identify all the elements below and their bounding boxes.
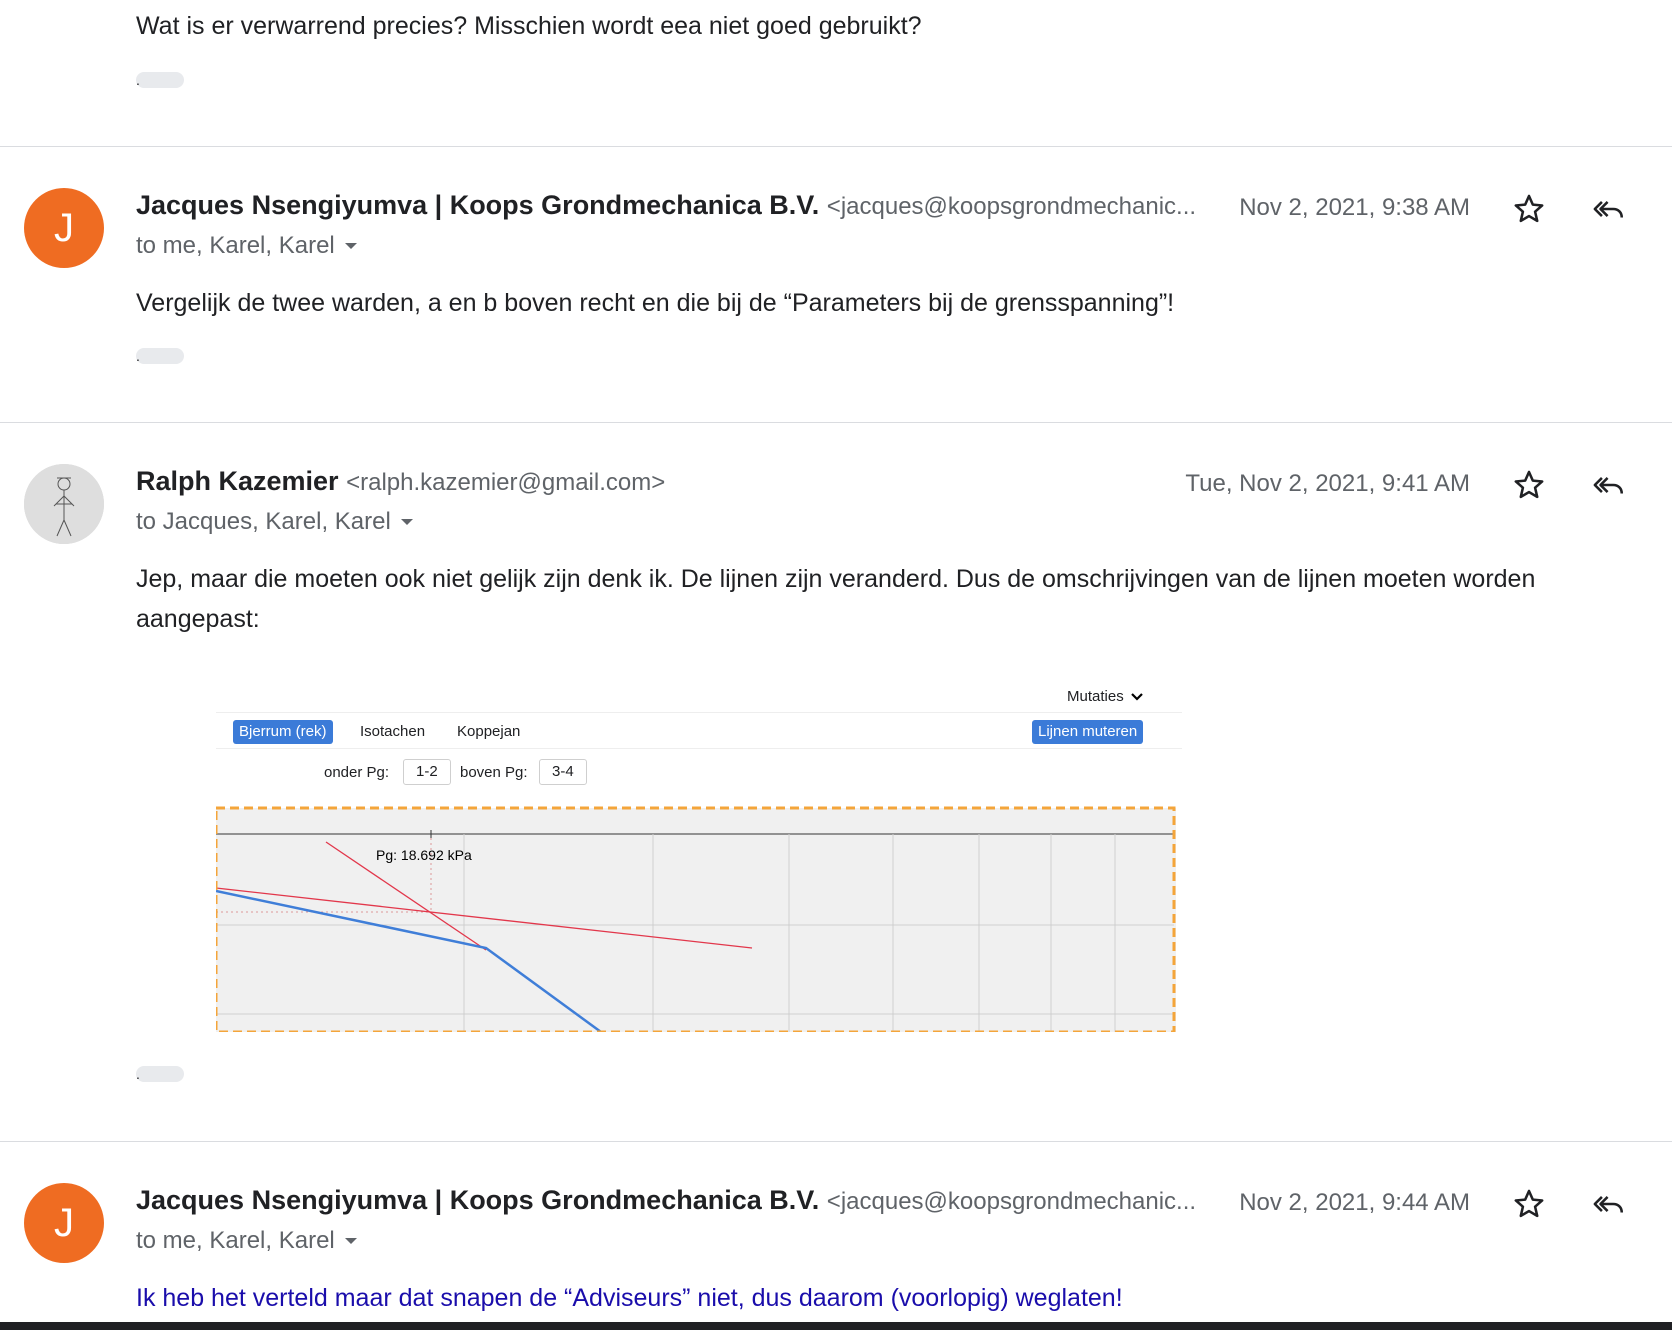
dropdown-arrow-icon [344,243,357,249]
chevron-down-icon [1130,692,1143,701]
message-divider [0,1141,1672,1142]
avatar[interactable] [24,464,104,544]
dropdown-arrow-icon [400,519,413,525]
message-body: Vergelijk de twee warden, a en b boven r… [136,289,1175,317]
boven-pg-label: boven Pg: [460,764,528,781]
bottom-frame-edge [0,1322,1672,1330]
reply-all-icon[interactable] [1592,468,1626,502]
tabs-border [216,712,1182,713]
avatar-letter: J [54,1200,74,1245]
sender-email: <jacques@koopsgrondmechanic... [826,193,1197,220]
recipients: to me, Karel, Karel [136,1227,335,1254]
sender-name: Ralph Kazemier [136,466,339,496]
recipients: to me, Karel, Karel [136,232,335,259]
recipients-toggle[interactable]: to Jacques, Karel, Karel [136,508,417,536]
tab-isotachen: Isotachen [360,723,426,740]
show-trimmed-button[interactable] [136,1066,184,1082]
message-divider [0,422,1672,423]
sender[interactable]: Ralph Kazemier <ralph.kazemier@gmail.com… [136,466,665,497]
star-icon[interactable] [1512,468,1546,502]
trimmed-dot: . [136,72,140,88]
pg-annotation: Pg: 18.692 kPa [376,847,472,863]
message-date: Tue, Nov 2, 2021, 9:41 AM [1185,470,1470,497]
plot-background [216,808,1176,1032]
message-body: Wat is er verwarrend precies? Misschien … [136,12,922,40]
show-trimmed-button[interactable] [136,348,184,364]
dropdown-arrow-icon [344,1238,357,1244]
trimmed-dot: . [136,348,140,364]
mutaties-dropdown: Mutaties [1067,688,1144,705]
onder-pg-label: onder Pg: [324,764,390,781]
sender[interactable]: Jacques Nsengiyumva | Koops Grondmechani… [136,1185,1196,1216]
trimmed-dot: . [136,1066,140,1082]
sender-name: Jacques Nsengiyumva | Koops Grondmechani… [136,1185,820,1215]
recipients-toggle[interactable]: to me, Karel, Karel [136,1227,361,1255]
sender[interactable]: Jacques Nsengiyumva | Koops Grondmechani… [136,190,1196,221]
sketch-figure-icon [24,464,104,544]
avatar-letter: J [54,205,74,250]
boven-pg-value: 3-4 [539,759,587,785]
sender-email: <ralph.kazemier@gmail.com> [346,469,666,496]
show-trimmed-button[interactable] [136,72,184,88]
sender-email: <jacques@koopsgrondmechanic... [826,1188,1197,1215]
reply-all-icon[interactable] [1592,192,1626,226]
message-body: Jep, maar die moeten ook niet gelijk zij… [136,565,1536,633]
avatar[interactable]: J [24,1183,104,1263]
message-divider [0,146,1672,147]
recipients-toggle[interactable]: to me, Karel, Karel [136,232,361,260]
pg-plot: Pg: 18.692 kPa [216,806,1176,1032]
message-date: Nov 2, 2021, 9:38 AM [1239,194,1470,221]
mutaties-label: Mutaties [1067,688,1124,705]
star-icon[interactable] [1512,192,1546,226]
tabs-border-bottom [216,748,1182,749]
onder-pg-value: 1-2 [403,759,451,785]
reply-all-icon[interactable] [1592,1187,1626,1221]
recipients: to Jacques, Karel, Karel [136,508,391,535]
tab-koppejan: Koppejan [457,723,521,740]
lijnen-muteren-button: Lijnen muteren [1032,720,1144,744]
embedded-screenshot[interactable]: Mutaties Bjerrum (rek) Isotachen Koppeja… [216,676,1182,1032]
sender-name: Jacques Nsengiyumva | Koops Grondmechani… [136,190,820,220]
star-icon[interactable] [1512,1187,1546,1221]
message-date: Nov 2, 2021, 9:44 AM [1239,1189,1470,1216]
message-body: Ik heb het verteld maar dat snapen de “A… [136,1284,1123,1312]
avatar[interactable]: J [24,188,104,268]
tab-bjerrum: Bjerrum (rek) [233,720,333,744]
